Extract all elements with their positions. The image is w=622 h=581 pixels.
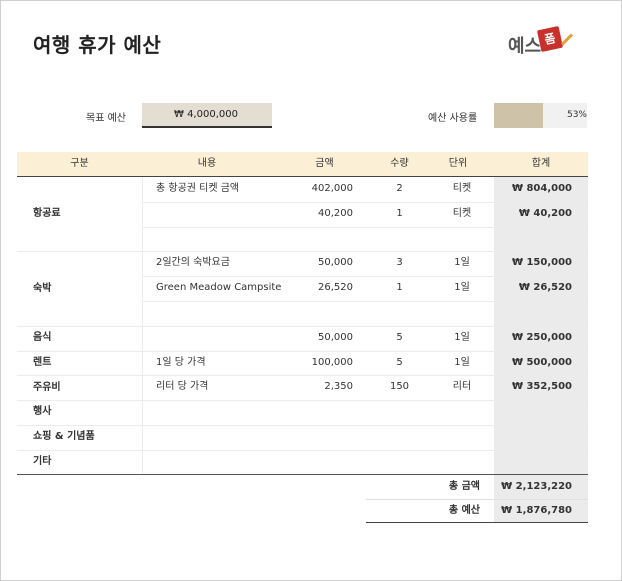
row-amount[interactable]: 100,000 xyxy=(272,357,353,369)
category-events: 행사 xyxy=(33,406,52,417)
row-divider xyxy=(17,351,588,352)
row-unit[interactable]: 리터 xyxy=(422,381,502,393)
row-total: ₩ 250,000 xyxy=(511,332,572,343)
row-divider xyxy=(142,276,588,277)
row-content[interactable]: 리터 당 가격 xyxy=(156,381,208,393)
row-divider xyxy=(17,400,588,401)
col-header-quantity: 수량 xyxy=(390,158,409,169)
row-unit[interactable]: 티켓 xyxy=(422,208,502,220)
category-lodging: 숙박 xyxy=(33,283,52,294)
category-shopping: 쇼핑 & 기념품 xyxy=(33,431,95,442)
row-amount[interactable]: 402,000 xyxy=(272,183,353,195)
row-content[interactable]: 1일 당 가격 xyxy=(156,357,206,369)
goal-budget-label: 목표 예산 xyxy=(86,113,126,124)
col-header-category: 구분 xyxy=(70,158,89,169)
total-budget-label: 총 예산 xyxy=(448,505,480,516)
row-unit[interactable]: 티켓 xyxy=(422,183,502,195)
goal-budget-value[interactable]: ₩ 4,000,000 xyxy=(142,103,272,128)
row-divider xyxy=(17,450,588,451)
row-quantity[interactable]: 2 xyxy=(377,183,422,195)
category-fuel: 주유비 xyxy=(33,382,61,393)
budget-usage-label: 예산 사용률 xyxy=(428,113,478,124)
row-amount[interactable]: 2,350 xyxy=(272,381,353,393)
category-airfare: 항공료 xyxy=(33,208,61,219)
row-total: ₩ 804,000 xyxy=(511,183,572,194)
row-amount[interactable]: 50,000 xyxy=(272,332,353,344)
logo-text: 예스 xyxy=(508,36,542,57)
total-budget-value: ₩ 1,876,780 xyxy=(501,505,572,516)
row-total: ₩ 150,000 xyxy=(511,257,572,268)
row-divider xyxy=(17,251,588,252)
col-header-amount: 금액 xyxy=(315,158,334,169)
row-total: ₩ 40,200 xyxy=(518,208,572,219)
row-divider xyxy=(142,301,588,302)
row-unit[interactable]: 1일 xyxy=(422,282,502,294)
total-amount-value: ₩ 2,123,220 xyxy=(501,481,572,492)
row-divider xyxy=(17,375,588,376)
row-total: ₩ 26,520 xyxy=(518,282,572,293)
col-header-total: 합계 xyxy=(531,158,551,169)
row-quantity[interactable]: 3 xyxy=(377,257,422,269)
pencil-icon xyxy=(560,33,574,46)
budget-usage-percent: 53% xyxy=(566,110,587,120)
table-header: 구분 내용 금액 수량 단위 합계 xyxy=(17,152,588,177)
col-header-unit: 단위 xyxy=(448,158,468,169)
brand-logo: 예스 폼 xyxy=(508,25,580,58)
row-total: ₩ 500,000 xyxy=(511,357,572,368)
row-divider xyxy=(17,326,588,327)
row-total: ₩ 352,500 xyxy=(511,381,572,392)
row-amount[interactable]: 40,200 xyxy=(272,208,353,220)
row-divider xyxy=(142,227,588,228)
logo-badge: 폼 xyxy=(536,25,564,53)
page-title: 여행 휴가 예산 xyxy=(33,33,162,57)
category-rent: 렌트 xyxy=(33,357,52,368)
row-quantity[interactable]: 5 xyxy=(377,357,422,369)
row-unit[interactable]: 1일 xyxy=(422,257,502,269)
row-divider xyxy=(17,425,588,426)
row-quantity[interactable]: 5 xyxy=(377,332,422,344)
row-quantity[interactable]: 1 xyxy=(377,282,422,294)
budget-usage-fill xyxy=(494,103,544,128)
category-food: 음식 xyxy=(33,332,52,343)
category-column-divider xyxy=(142,177,143,474)
totals-bottom-border xyxy=(366,522,588,523)
row-content[interactable]: Green Meadow Campsite xyxy=(156,282,281,294)
totals-separator xyxy=(366,499,588,500)
row-quantity[interactable]: 150 xyxy=(377,381,422,393)
row-content[interactable]: 총 항공권 티켓 금액 xyxy=(156,183,239,195)
row-divider xyxy=(142,202,588,203)
col-header-content: 내용 xyxy=(197,158,217,169)
row-unit[interactable]: 1일 xyxy=(422,357,502,369)
row-amount[interactable]: 50,000 xyxy=(272,257,353,269)
total-amount-label: 총 금액 xyxy=(448,481,480,492)
row-unit[interactable]: 1일 xyxy=(422,332,502,344)
row-content[interactable]: 2일간의 숙박요금 xyxy=(156,257,230,269)
row-quantity[interactable]: 1 xyxy=(377,208,422,220)
category-other: 기타 xyxy=(33,456,52,467)
row-amount[interactable]: 26,520 xyxy=(272,282,353,294)
